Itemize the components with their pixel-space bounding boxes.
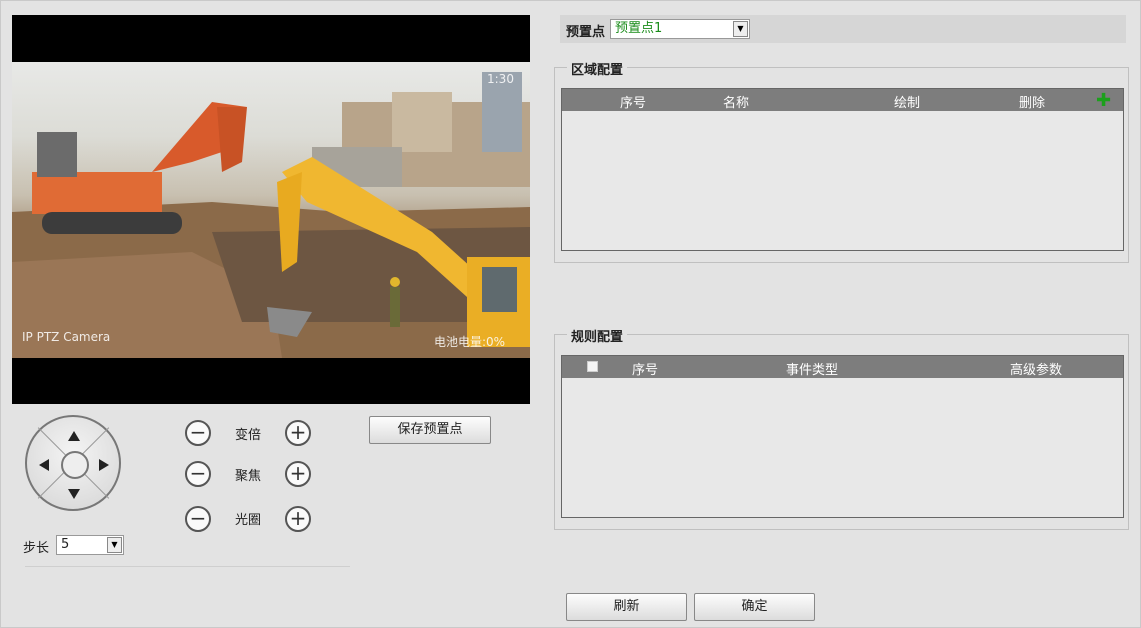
column-header-delete: 删除 — [1019, 96, 1046, 111]
focus-far-button[interactable]: + — [285, 461, 311, 487]
divider — [25, 566, 350, 567]
ptz-center-button[interactable] — [61, 451, 89, 479]
column-header-advanced: 高级参数 — [1010, 363, 1063, 378]
preset-value: 预置点1 — [615, 21, 663, 36]
camera-feed-image — [12, 62, 530, 358]
chevron-down-icon[interactable]: ▼ — [733, 21, 748, 37]
iris-open-button[interactable]: + — [285, 506, 311, 532]
chevron-down-icon[interactable]: ▼ — [107, 537, 122, 553]
preset-label: 预置点 — [566, 25, 606, 40]
refresh-button[interactable]: 刷新 — [566, 593, 687, 621]
camera-name-osd: IP PTZ Camera — [22, 330, 111, 344]
select-all-checkbox[interactable] — [587, 361, 598, 372]
pan-right-arrow-icon[interactable] — [99, 459, 109, 471]
column-header-index: 序号 — [632, 363, 659, 378]
region-config-title: 区域配置 — [567, 59, 628, 78]
save-preset-button[interactable]: 保存预置点 — [369, 416, 491, 444]
iris-close-button[interactable]: − — [185, 506, 211, 532]
add-region-icon[interactable]: ✚ — [1096, 90, 1111, 111]
zoom-label: 变倍 — [235, 428, 262, 443]
preset-select[interactable]: 预置点1 ▼ — [610, 19, 750, 39]
video-preview[interactable]: 1:30 IP PTZ Camera 电池电量:0% — [12, 15, 530, 404]
step-select[interactable]: 5 ▼ — [56, 535, 124, 555]
focus-label: 聚焦 — [235, 469, 262, 484]
pan-left-arrow-icon[interactable] — [39, 459, 49, 471]
pan-up-arrow-icon[interactable] — [68, 431, 80, 441]
column-header-event-type: 事件类型 — [786, 363, 839, 378]
preset-bar: 预置点 预置点1 ▼ — [560, 15, 1126, 43]
ok-button[interactable]: 确定 — [694, 593, 815, 621]
region-table: 序号 名称 绘制 删除 ✚ — [561, 88, 1124, 251]
ptz-direction-pad[interactable] — [25, 415, 121, 511]
time-osd: 1:30 — [487, 72, 514, 86]
rule-config-title: 规则配置 — [567, 326, 628, 345]
column-header-name: 名称 — [723, 96, 750, 111]
column-header-index: 序号 — [620, 96, 647, 111]
column-header-draw: 绘制 — [894, 96, 921, 111]
step-label: 步长 — [23, 541, 50, 556]
rule-config-group: 规则配置 序号 事件类型 高级参数 — [554, 326, 1129, 530]
pan-down-arrow-icon[interactable] — [68, 489, 80, 499]
zoom-in-button[interactable]: + — [285, 420, 311, 446]
zoom-out-button[interactable]: − — [185, 420, 211, 446]
rule-table: 序号 事件类型 高级参数 — [561, 355, 1124, 518]
iris-label: 光圈 — [235, 513, 262, 528]
focus-near-button[interactable]: − — [185, 461, 211, 487]
region-table-header: 序号 名称 绘制 删除 ✚ — [562, 89, 1123, 111]
battery-osd: 电池电量:0% — [434, 335, 506, 349]
step-value: 5 — [61, 537, 70, 552]
rule-table-header: 序号 事件类型 高级参数 — [562, 356, 1123, 378]
region-config-group: 区域配置 序号 名称 绘制 删除 ✚ — [554, 59, 1129, 263]
